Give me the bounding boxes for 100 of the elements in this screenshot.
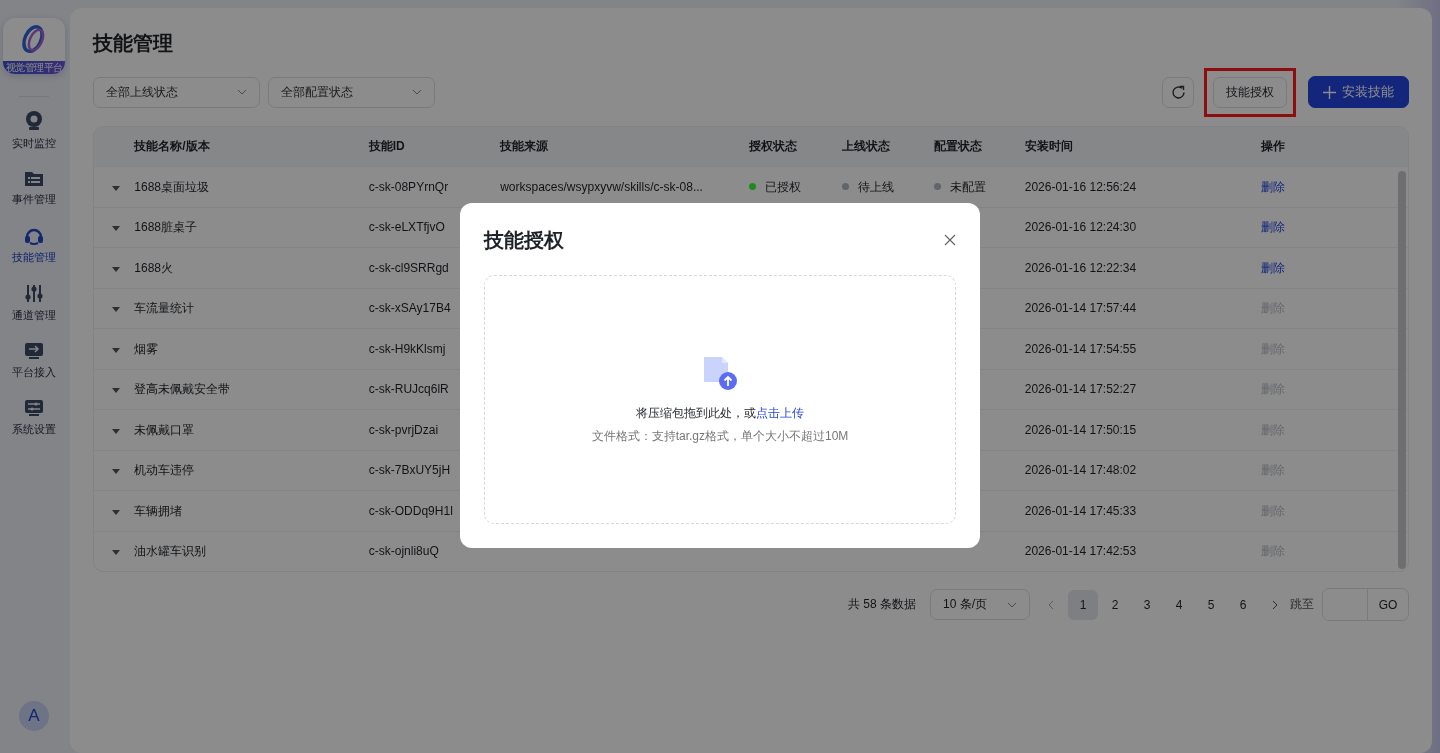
chevron-down-icon: [1007, 601, 1017, 608]
sliders-icon: [24, 284, 44, 303]
refresh-icon: [1170, 84, 1186, 100]
upload-link[interactable]: 点击上传: [756, 405, 804, 420]
refresh-button[interactable]: [1162, 76, 1194, 108]
list-icon: [24, 170, 44, 187]
delete-link[interactable]: 删除: [1261, 220, 1286, 235]
skill-id: c-sk-08PYrnQr: [368, 179, 449, 194]
column-header: 技能名称/版本: [122, 127, 357, 167]
caret-icon[interactable]: [112, 388, 120, 394]
skill-id: c-sk-eLXTfjvO: [368, 220, 445, 235]
status-text: 已授权: [764, 179, 801, 194]
settings-icon: [24, 399, 44, 417]
page-number[interactable]: 4: [1164, 589, 1194, 620]
scrollbar-thumb[interactable]: [1398, 171, 1406, 569]
column-header: 技能ID: [356, 127, 489, 167]
filter-select[interactable]: 全部配置状态: [268, 76, 435, 108]
status-text: 未配置: [949, 179, 986, 194]
skill-name: 机动车违停: [134, 463, 195, 478]
modal-title: 技能授权: [484, 228, 564, 253]
user-avatar[interactable]: A: [19, 701, 49, 731]
caret-icon[interactable]: [112, 185, 120, 191]
drop-instruction: 将压缩包拖到此处，或点击上传: [636, 404, 804, 422]
caret-icon[interactable]: [112, 509, 120, 515]
skill-id: c-sk-ODDq9H1l: [368, 503, 453, 518]
skill-id: c-sk-RUJcq6lR: [368, 382, 449, 397]
skill-id: c-sk-xSAy17B4: [368, 301, 451, 316]
nav-item[interactable]: 系统设置: [12, 399, 56, 437]
license-button[interactable]: 技能授权: [1213, 76, 1287, 108]
skill-name: 烟雾: [134, 341, 159, 356]
install-time: 2026-01-14 17:54:55: [1024, 341, 1137, 356]
nav-item[interactable]: 平台接入: [12, 342, 56, 380]
install-time: 2026-01-14 17:50:15: [1024, 422, 1137, 437]
headset-icon: [24, 226, 44, 245]
delete-link[interactable]: 删除: [1261, 179, 1286, 194]
monitor-icon: [24, 342, 44, 360]
nav-item[interactable]: 技能管理: [12, 226, 56, 265]
skill-id: c-sk-7BxUY5jH: [368, 463, 451, 478]
column-header: 安装时间: [1012, 127, 1250, 167]
caret-icon[interactable]: [112, 428, 120, 434]
install-time: 2026-01-14 17:52:27: [1024, 382, 1137, 397]
page-number[interactable]: 6: [1228, 589, 1258, 620]
format-hint: 文件格式：支持tar.gz格式，单个大小不超过10M: [591, 427, 849, 445]
skill-name: 1688火: [134, 260, 173, 275]
column-header: 配置状态: [921, 127, 1013, 167]
skill-id: c-sk-H9kKlsmj: [368, 341, 446, 356]
page-jump-field[interactable]: GO: [1322, 588, 1409, 621]
skill-id: c-sk-ojnli8uQ: [368, 544, 439, 559]
skill-name: 车流量统计: [134, 301, 195, 316]
page-number[interactable]: 2: [1100, 589, 1130, 620]
skill-name: 登高未佩戴安全带: [134, 382, 231, 397]
delete-link[interactable]: 删除: [1261, 260, 1286, 275]
status-text: 待上线: [857, 179, 894, 194]
column-header: 技能来源: [488, 127, 737, 167]
caret-icon[interactable]: [112, 469, 120, 475]
skill-name: 1688桌面垃圾: [134, 179, 209, 194]
column-header: 操作: [1249, 127, 1394, 167]
skill-id: c-sk-pvrjDzai: [368, 422, 439, 437]
install-time: 2026-01-16 12:56:24: [1024, 179, 1137, 194]
skill-id: c-sk-cl9SRRgd: [368, 260, 449, 275]
install-time: 2026-01-14 17:57:44: [1024, 301, 1137, 316]
close-icon[interactable]: [944, 234, 956, 246]
install-time: 2026-01-16 12:24:30: [1024, 220, 1137, 235]
page-title: 技能管理: [93, 31, 174, 56]
skill-name: 油水罐车识别: [134, 544, 207, 559]
total-count: 共 58 条数据: [848, 596, 916, 613]
nav-item[interactable]: 通道管理: [12, 284, 56, 323]
chevron-down-icon: [412, 89, 422, 95]
install-time: 2026-01-14 17:48:02: [1024, 463, 1137, 478]
install-button[interactable]: 安装技能: [1308, 76, 1409, 108]
next-icon[interactable]: [1272, 599, 1278, 610]
jump-label: 跳至: [1290, 596, 1314, 613]
logo-caption: 视觉管理平台: [3, 61, 65, 74]
source-path: workspaces/wsypxyvw/skills/c-sk-08...: [500, 179, 703, 194]
caret-icon[interactable]: [112, 550, 120, 556]
go-button[interactable]: GO: [1368, 589, 1408, 620]
skill-name: 1688脏桌子: [134, 220, 197, 235]
plus-icon: [1323, 85, 1336, 99]
caret-icon[interactable]: [112, 307, 120, 313]
caret-icon[interactable]: [112, 266, 120, 272]
filter-select[interactable]: 全部上线状态: [93, 76, 260, 108]
install-time: 2026-01-16 12:22:34: [1024, 260, 1137, 275]
column-header: 授权状态: [736, 127, 830, 167]
page-size-select[interactable]: 10 条/页: [930, 589, 1030, 620]
upload-dropzone[interactable]: 将压缩包拖到此处，或点击上传 文件格式：支持tar.gz格式，单个大小不超过10M: [484, 275, 956, 524]
page-number[interactable]: 3: [1132, 589, 1162, 620]
caret-icon[interactable]: [112, 226, 120, 232]
nav-item[interactable]: 实时监控: [12, 111, 56, 151]
file-upload-icon: [702, 354, 738, 391]
caret-icon[interactable]: [112, 347, 120, 353]
install-time: 2026-01-14 17:45:33: [1024, 503, 1137, 518]
page-number[interactable]: 5: [1196, 589, 1226, 620]
page-number[interactable]: 1: [1068, 589, 1098, 620]
column-header: 上线状态: [829, 127, 922, 167]
nav-item[interactable]: 事件管理: [12, 170, 56, 207]
install-time: 2026-01-14 17:42:53: [1024, 544, 1137, 559]
camera-icon: [25, 111, 43, 131]
skill-name: 未佩戴口罩: [134, 422, 195, 437]
chevron-down-icon: [237, 89, 247, 95]
skill-name: 车辆拥堵: [134, 503, 183, 518]
